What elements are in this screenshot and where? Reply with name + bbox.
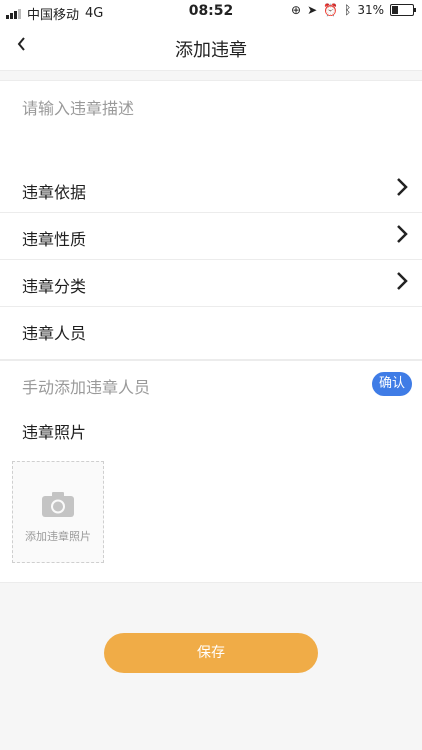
description-placeholder: 请输入违章描述 [22,99,135,118]
battery-percent: 31% [357,3,384,17]
add-photo-button[interactable]: 添加违章照片 [12,461,104,563]
battery-icon [390,4,416,16]
status-bar: 中国移动 4G 08:52 ⊕ ➤ ⏰ ᛒ 31% [0,0,422,24]
save-button[interactable]: 保存 [104,633,318,673]
nav-bar: 添加违章 [0,24,422,71]
confirm-button[interactable]: 确认 [372,372,412,396]
row-label: 违章分类 [22,277,87,296]
status-right: ⊕ ➤ ⏰ ᛒ 31% [291,3,416,17]
bluetooth-icon: ᛒ [344,3,352,17]
row-label: 违章依据 [22,183,87,202]
row-label: 违章人员 [22,324,87,343]
add-photo-caption: 添加违章照片 [25,530,91,543]
alarm-icon: ⏰ [323,3,339,17]
row-personnel: 违章人员 [0,307,422,360]
manual-add-personnel: 手动添加违章人员 确认 [0,360,422,408]
description-input[interactable]: 请输入违章描述 [0,80,422,168]
row-basis[interactable]: 违章依据 [0,166,422,213]
manual-add-input[interactable]: 手动添加违章人员 [22,374,150,398]
page-title: 添加违章 [175,40,247,61]
photo-section: 违章照片 添加违章照片 [0,406,422,583]
row-category[interactable]: 违章分类 [0,260,422,307]
chevron-right-icon [392,175,412,199]
photo-section-label: 违章照片 [22,423,87,442]
row-label: 违章性质 [22,230,87,249]
chevron-right-icon [392,222,412,246]
camera-icon [42,492,74,517]
chevron-right-icon [392,269,412,293]
row-nature[interactable]: 违章性质 [0,213,422,260]
location-icon: ➤ [307,3,318,17]
orientation-lock-icon: ⊕ [291,3,302,17]
